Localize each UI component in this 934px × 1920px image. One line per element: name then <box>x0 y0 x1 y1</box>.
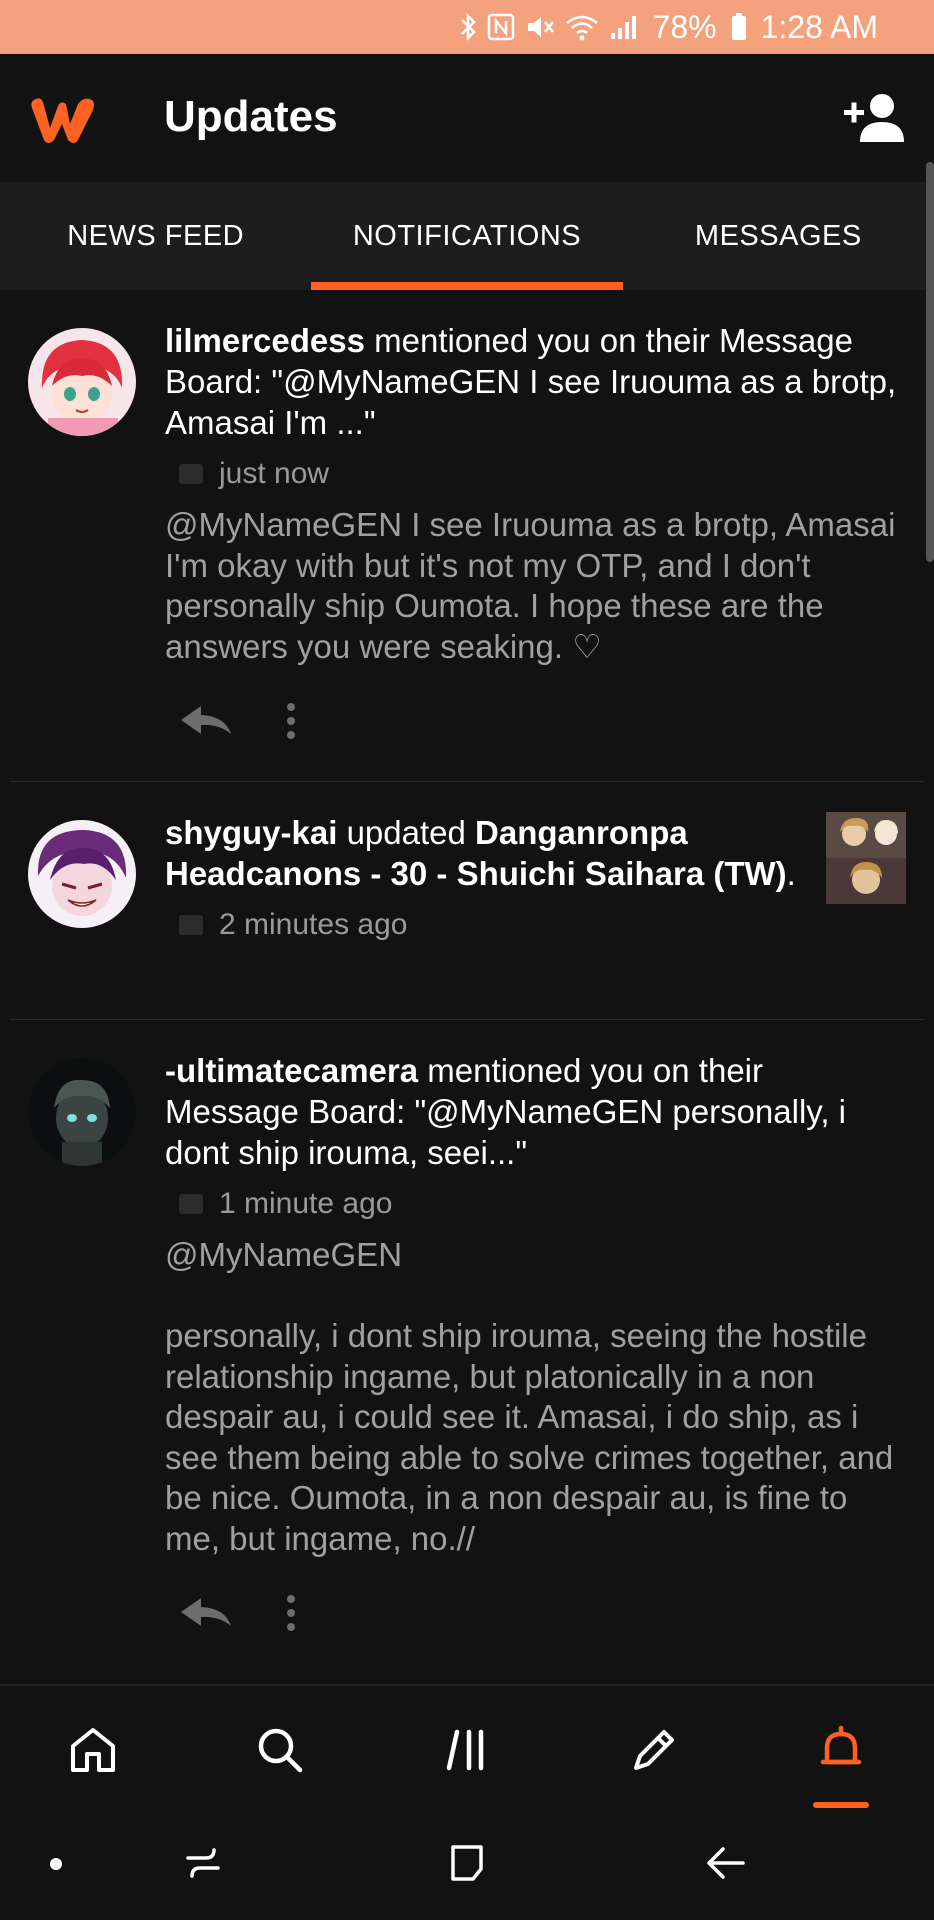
status-icons <box>459 12 639 42</box>
reply-icon[interactable] <box>179 1596 233 1635</box>
add-friend-icon[interactable] <box>842 90 908 146</box>
notification-item[interactable]: -ultimatecamera mentioned you on their M… <box>10 1020 924 1690</box>
status-bar: 78% 1:28 AM <box>0 0 934 54</box>
username[interactable]: lilmercedess <box>165 322 365 359</box>
avatar[interactable] <box>28 820 136 928</box>
tab-news-feed[interactable]: NEWS FEED <box>0 182 311 290</box>
username[interactable]: shyguy-kai <box>165 814 337 851</box>
notification-feed: lilmercedess mentioned you on their Mess… <box>0 290 934 1690</box>
write-icon[interactable] <box>604 1700 704 1800</box>
item-actions <box>179 1593 904 1638</box>
clock: 1:28 AM <box>760 8 878 45</box>
mute-icon <box>525 13 555 41</box>
timestamp: 1 minute ago <box>219 1187 393 1220</box>
search-icon[interactable] <box>230 1700 330 1800</box>
back-icon[interactable] <box>700 1838 750 1888</box>
punctuation: . <box>786 855 796 892</box>
notification-headline: shyguy-kai updated Danganronpa Headcanon… <box>165 812 814 894</box>
notification-meta: 2 minutes ago <box>179 908 814 942</box>
notification-item[interactable]: shyguy-kai updated Danganronpa Headcanon… <box>10 782 924 1020</box>
notification-item[interactable]: lilmercedess mentioned you on their Mess… <box>10 290 924 782</box>
notification-meta: just now <box>179 457 904 491</box>
notification-action: updated <box>337 814 476 851</box>
wattpad-logo-icon[interactable] <box>28 94 100 146</box>
signal-icon <box>609 13 639 41</box>
nfc-icon <box>487 13 515 41</box>
timestamp: 2 minutes ago <box>219 908 408 941</box>
library-icon[interactable] <box>417 1700 517 1800</box>
message-board-icon <box>179 464 203 484</box>
item-actions <box>179 701 904 746</box>
message-body: @MyNameGEN I see Iruouma as a brotp, Ama… <box>165 506 896 665</box>
avatar[interactable] <box>28 328 136 436</box>
notification-headline: -ultimatecamera mentioned you on their M… <box>165 1050 904 1173</box>
message-board-icon <box>179 1194 203 1214</box>
book-icon <box>179 915 203 935</box>
battery-percent: 78% <box>652 8 717 45</box>
more-options-icon[interactable] <box>285 1593 297 1638</box>
home-icon[interactable] <box>43 1700 143 1800</box>
notifications-icon[interactable] <box>791 1700 891 1808</box>
notification-headline: lilmercedess mentioned you on their Mess… <box>165 320 904 443</box>
bottom-navigation <box>0 1684 934 1814</box>
reply-icon[interactable] <box>179 704 233 743</box>
username[interactable]: -ultimatecamera <box>165 1052 418 1089</box>
notification-meta: 1 minute ago <box>179 1187 904 1221</box>
timestamp: just now <box>219 457 330 490</box>
tab-notifications[interactable]: NOTIFICATIONS <box>311 182 622 290</box>
wifi-icon <box>565 13 599 41</box>
home-button-icon[interactable] <box>440 1836 494 1890</box>
tab-messages[interactable]: MESSAGES <box>623 182 934 290</box>
battery-icon <box>731 13 747 41</box>
message-body: @MyNameGEN personally, i dont ship iroum… <box>165 1236 894 1557</box>
bluetooth-icon <box>459 12 477 42</box>
recent-apps-icon[interactable] <box>178 1838 228 1888</box>
tab-bar: NEWS FEED NOTIFICATIONS MESSAGES <box>0 182 934 290</box>
more-options-icon[interactable] <box>285 701 297 746</box>
page-title: Updates <box>164 92 338 141</box>
active-tab-indicator <box>311 282 623 290</box>
system-navigation-bar <box>0 1814 934 1920</box>
dot-indicator-icon[interactable] <box>46 1854 66 1874</box>
story-cover-thumbnail[interactable] <box>826 812 906 904</box>
active-nav-indicator <box>812 1802 869 1808</box>
app-header: Updates <box>0 54 934 182</box>
avatar[interactable] <box>28 1058 136 1166</box>
